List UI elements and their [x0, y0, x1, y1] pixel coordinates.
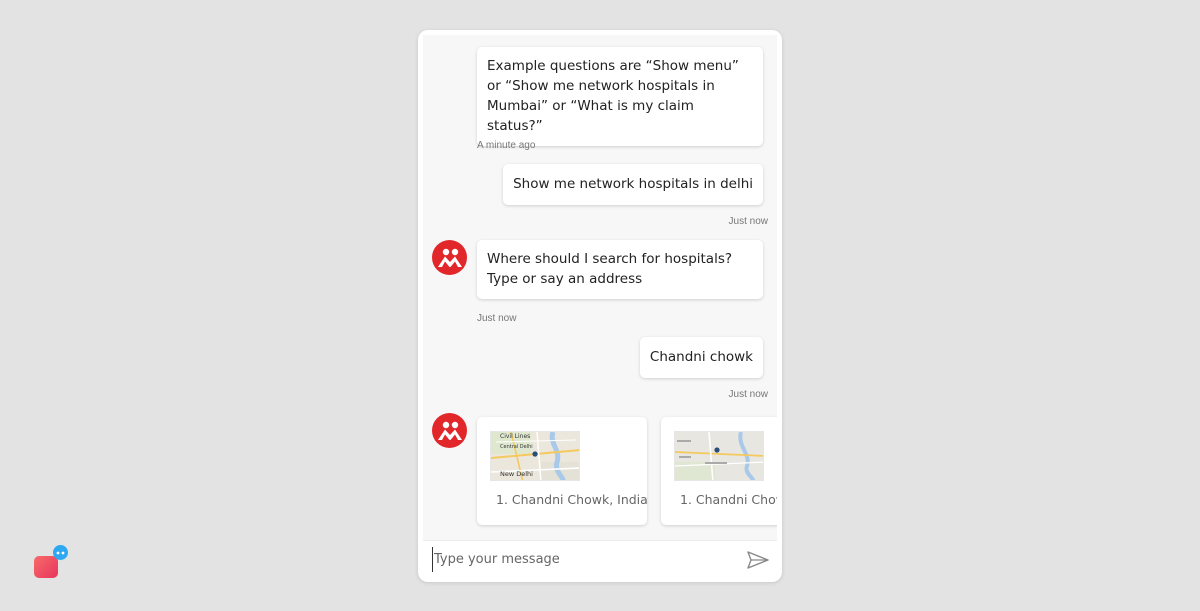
message-timestamp: Just now: [728, 216, 768, 227]
typing-dots-icon: [56, 551, 65, 554]
user-message: Show me network hospitals in delhi: [503, 164, 763, 205]
message-text: Where should I search for hospitals? Typ…: [487, 251, 733, 287]
message-timestamp: Just now: [728, 389, 768, 400]
message-text: Show me network hospitals in delhi: [513, 176, 753, 192]
brand-logo-icon: [437, 421, 462, 440]
send-icon: [747, 551, 769, 569]
card-title[interactable]: 1. Chandni Chowk, India: [496, 492, 648, 507]
map-thumbnail[interactable]: Civil Lines Central Delhi New Delhi: [490, 431, 580, 481]
map-image: [675, 432, 763, 480]
bot-avatar: [432, 240, 467, 275]
card-title[interactable]: 1. Chandni Chow: [680, 492, 777, 507]
message-timestamp: A minute ago: [477, 140, 536, 151]
map-thumbnail[interactable]: [674, 431, 764, 481]
map-label: New Delhi: [500, 470, 533, 478]
message-input[interactable]: [432, 547, 732, 572]
hospital-card[interactable]: 1. Chandni Chow: [661, 417, 777, 525]
bot-message: Where should I search for hospitals? Typ…: [477, 240, 763, 299]
bot-message: Example questions are “Show menu” or “Sh…: [477, 47, 763, 146]
send-button[interactable]: [747, 551, 769, 569]
map-label: Civil Lines: [500, 433, 530, 440]
message-composer: [423, 540, 777, 577]
chat-window: Example questions are “Show menu” or “Sh…: [418, 30, 782, 582]
message-timestamp: Just now: [477, 313, 517, 324]
brand-logo-icon: [437, 248, 462, 267]
user-message: Chandni chowk: [639, 337, 763, 378]
launcher-badge: [53, 545, 68, 560]
message-list[interactable]: Example questions are “Show menu” or “Sh…: [423, 35, 777, 565]
message-text: Chandni chowk: [649, 349, 753, 365]
hospital-card[interactable]: Civil Lines Central Delhi New Delhi 1. C…: [477, 417, 648, 525]
map-label: Central Delhi: [500, 444, 533, 450]
message-text: Example questions are “Show menu” or “Sh…: [487, 58, 739, 134]
chat-launcher-button[interactable]: [34, 556, 58, 578]
bot-avatar: [432, 413, 467, 448]
map-image: Civil Lines Central Delhi New Delhi: [491, 432, 579, 480]
